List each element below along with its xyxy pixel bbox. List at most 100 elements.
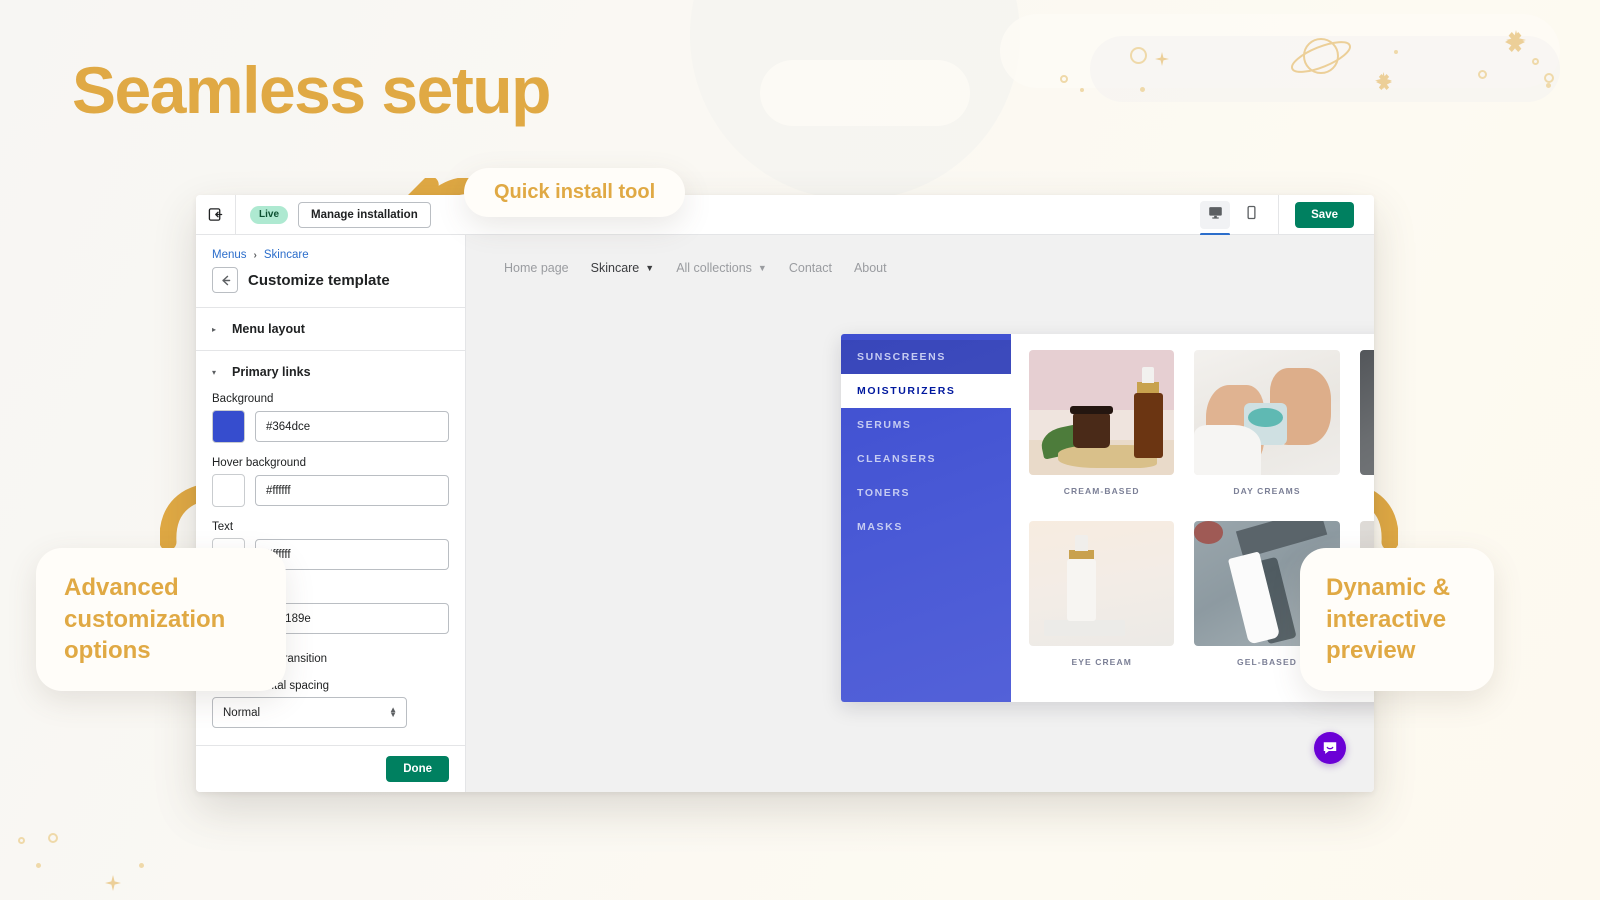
- product-card[interactable]: NIGHT CREAMS: [1359, 350, 1374, 515]
- mobile-icon: [1244, 205, 1259, 225]
- panel-title: Customize template: [248, 271, 390, 289]
- chevron-down-icon: ▼: [757, 263, 767, 273]
- section-primary-links-label: Primary links: [232, 365, 311, 379]
- breadcrumb-separator-icon: ›: [253, 249, 257, 261]
- product-image: [1194, 350, 1340, 475]
- decor-ring-3: [1532, 58, 1539, 65]
- callout-quick-install: Quick install tool: [464, 168, 686, 217]
- save-button[interactable]: Save: [1295, 201, 1354, 228]
- topbar-right: Save: [1194, 195, 1374, 236]
- decor-ring-5: [1060, 75, 1068, 83]
- arrow-left-icon[interactable]: [212, 267, 238, 293]
- decor-dot-5: [36, 863, 41, 868]
- site-navigation: Home page Skincare ▼ All collections ▼ C…: [466, 235, 1374, 275]
- field-hover-background-row: [212, 474, 449, 507]
- desktop-icon: [1208, 205, 1223, 225]
- background-hex-input[interactable]: [255, 411, 449, 442]
- breadcrumb-menus[interactable]: Menus: [212, 249, 247, 261]
- nav-item-contact-label: Contact: [788, 261, 832, 275]
- nav-item-about[interactable]: About: [854, 261, 887, 275]
- page-title: Seamless setup: [72, 53, 551, 127]
- section-menu-layout-label: Menu layout: [232, 322, 305, 336]
- megamenu-link-toners[interactable]: TONERS: [841, 476, 1011, 510]
- megamenu-link-sunscreens[interactable]: SUNSCREENS: [841, 340, 1011, 374]
- view-toggle-group: [1194, 195, 1280, 236]
- decor-sparkle-4: [105, 875, 121, 891]
- planet-icon: [1285, 30, 1355, 95]
- product-card[interactable]: EYE CREAM: [1029, 521, 1175, 686]
- field-hover-background-label: Hover background: [212, 457, 306, 469]
- chevron-right-icon: ▸: [212, 324, 217, 334]
- product-image: [1029, 521, 1175, 646]
- callout-advanced-customization: Advanced customization options: [36, 548, 286, 692]
- decor-dot-3: [1546, 83, 1551, 88]
- nav-item-about-label: About: [853, 261, 887, 275]
- product-label: DAY CREAMS: [1233, 486, 1301, 496]
- decor-dot-4: [1394, 50, 1398, 54]
- hover-background-color-swatch[interactable]: [212, 474, 245, 507]
- nav-item-home-page[interactable]: Home page: [504, 261, 569, 275]
- topbar-left: Live Manage installation: [196, 195, 431, 234]
- hover-background-hex-input[interactable]: [255, 475, 449, 506]
- decor-ring-7: [18, 837, 25, 844]
- exit-icon[interactable]: [196, 195, 236, 234]
- product-label: GEL-BASED: [1237, 657, 1297, 667]
- decor-ring-6: [48, 833, 58, 843]
- app-window: Live Manage installation Save Menus › Sk…: [196, 195, 1374, 792]
- section-primary-links-header[interactable]: ▾ Primary links: [212, 365, 449, 379]
- section-menu-layout-header[interactable]: ▸ Menu layout: [212, 322, 449, 336]
- site-preview: Home page Skincare ▼ All collections ▼ C…: [466, 235, 1374, 792]
- nav-item-skincare-label: Skincare: [590, 261, 640, 275]
- decor-dot-1: [1140, 87, 1145, 92]
- chevron-down-icon: ▾: [212, 367, 217, 377]
- mobile-view-button[interactable]: [1236, 201, 1266, 229]
- product-image: [1029, 350, 1175, 475]
- field-background-label: Background: [212, 393, 274, 405]
- nav-item-skincare[interactable]: Skincare ▼: [591, 261, 655, 275]
- decor-ring-1: [1130, 47, 1147, 64]
- select-stepper-icon: ▲ ▼: [389, 704, 397, 719]
- megamenu-dropdown: SUNSCREENS MOISTURIZERS SERUMS CLEANSERS…: [841, 334, 1374, 702]
- product-card[interactable]: CREAM-BASED: [1029, 350, 1175, 515]
- field-hover-background: Hover background: [212, 457, 449, 507]
- panel-title-row: Customize template: [212, 267, 449, 293]
- chevron-down-icon: ▼: [645, 263, 655, 273]
- decor-dot-2: [1080, 88, 1084, 92]
- megamenu-link-masks[interactable]: MASKS: [841, 510, 1011, 544]
- decor-ring-2: [1478, 70, 1487, 79]
- product-image: [1359, 350, 1374, 475]
- field-text-label: Text: [212, 521, 234, 533]
- nav-item-all-collections-label: All collections: [676, 261, 752, 275]
- decor-dot-6: [139, 863, 144, 868]
- panel-header: Menus › Skincare Customize template: [196, 235, 465, 308]
- manage-installation-button[interactable]: Manage installation: [298, 201, 431, 228]
- decor-blob-4: [760, 60, 970, 126]
- panel-footer: Done: [196, 745, 465, 792]
- breadcrumb-skincare[interactable]: Skincare: [264, 249, 309, 261]
- background-color-swatch[interactable]: [212, 410, 245, 443]
- done-button[interactable]: Done: [386, 756, 449, 782]
- megamenu-link-serums[interactable]: SERUMS: [841, 408, 1011, 442]
- field-background-row: [212, 410, 449, 443]
- decor-ring-4: [1544, 73, 1554, 83]
- field-background: Background: [212, 393, 449, 443]
- app-body: Menus › Skincare Customize template ▸ Me…: [196, 235, 1374, 792]
- intercom-chat-icon[interactable]: [1314, 732, 1346, 764]
- megamenu-link-moisturizers[interactable]: MOISTURIZERS: [841, 374, 1011, 408]
- megamenu-link-cleansers[interactable]: CLEANSERS: [841, 442, 1011, 476]
- product-card[interactable]: DAY CREAMS: [1194, 350, 1340, 515]
- nav-item-home-page-label: Home page: [504, 261, 569, 275]
- link-spacing-value: Normal: [223, 706, 261, 719]
- callout-dynamic-preview: Dynamic & interactive preview: [1300, 548, 1494, 692]
- status-badge: Live: [250, 205, 289, 224]
- product-label: EYE CREAM: [1071, 657, 1132, 667]
- customization-panel: Menus › Skincare Customize template ▸ Me…: [196, 235, 466, 792]
- nav-item-all-collections[interactable]: All collections ▼: [676, 261, 767, 275]
- nav-item-contact[interactable]: Contact: [789, 261, 832, 275]
- megamenu-category-list: SUNSCREENS MOISTURIZERS SERUMS CLEANSERS…: [841, 334, 1011, 702]
- section-menu-layout: ▸ Menu layout: [196, 308, 465, 351]
- product-label: CREAM-BASED: [1063, 486, 1140, 496]
- app-topbar: Live Manage installation Save: [196, 195, 1374, 236]
- link-spacing-select[interactable]: Normal ▲ ▼: [212, 697, 407, 728]
- desktop-view-button[interactable]: [1200, 200, 1231, 236]
